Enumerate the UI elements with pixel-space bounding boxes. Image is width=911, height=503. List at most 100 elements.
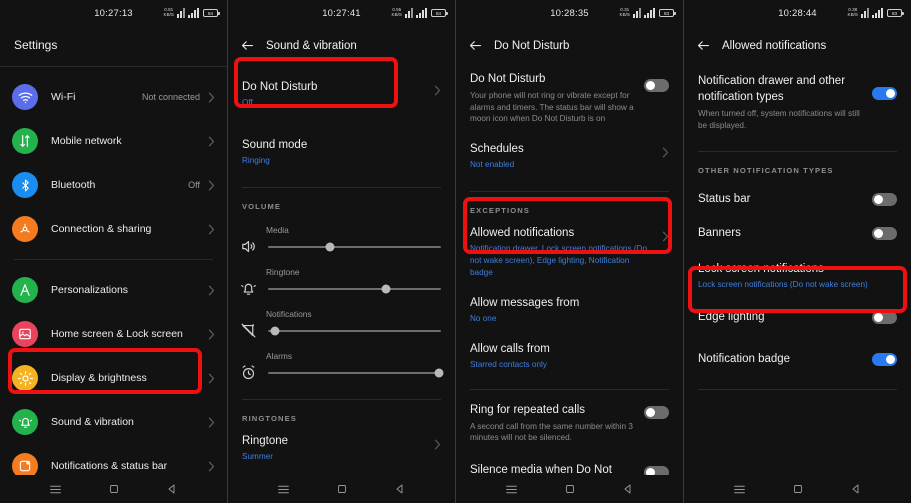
section-header-exceptions: EXCEPTIONS [470, 205, 530, 215]
row-status-bar[interactable]: Status bar [684, 183, 911, 215]
row-notification-badge[interactable]: Notification badge [684, 337, 911, 377]
menu-icon[interactable] [49, 483, 62, 496]
notification-badge-toggle[interactable] [872, 353, 897, 366]
sidebar-item-bluetooth[interactable]: Bluetooth Off [0, 163, 227, 207]
row-description: A second call from the same number withi… [470, 421, 633, 443]
row-sound-mode[interactable]: Sound mode Ringing [228, 121, 455, 179]
sidebar-item-display-brightness[interactable]: Display & brightness [0, 356, 227, 400]
status-bar-toggle[interactable] [872, 193, 897, 206]
row-allow-calls-from[interactable]: Allow calls from Starred contacts only [456, 333, 683, 379]
slider-media[interactable]: Media [228, 219, 455, 261]
sidebar-item-label: Bluetooth [51, 179, 96, 191]
display-brightness-icon [12, 365, 38, 391]
row-schedules[interactable]: Schedules Not enabled [456, 131, 683, 181]
menu-icon[interactable] [733, 483, 746, 496]
row-title: Allow messages from [470, 296, 580, 309]
sidebar-item-label: Sound & vibration [51, 416, 134, 428]
slider-ringtone[interactable]: Ringtone [228, 261, 455, 303]
slider-track[interactable] [268, 368, 444, 377]
sidebar-item-label: Display & brightness [51, 372, 147, 384]
slider-label: Media [266, 225, 289, 235]
sidebar-item-label: Notifications & status bar [51, 460, 168, 472]
row-edge-lighting[interactable]: Edge lighting [684, 297, 911, 337]
back-arrow-icon[interactable] [696, 38, 711, 53]
slider-knob[interactable] [434, 368, 444, 377]
row-title: Do Not Disturb [470, 73, 546, 85]
status-bar: 10:28:44 0.38 KB/S 83 [684, 0, 911, 26]
page-header: Allowed notifications [684, 26, 911, 67]
slider-track[interactable] [268, 242, 441, 251]
back-arrow-icon[interactable] [240, 38, 255, 53]
home-square-icon[interactable] [564, 483, 576, 495]
row-value: Notification drawer, Lock screen notific… [470, 243, 648, 277]
slider-track[interactable] [268, 326, 441, 335]
sidebar-item-wifi[interactable]: Wi-Fi Not connected [0, 75, 227, 119]
status-icons: 0.31 KB/S 83 [620, 7, 676, 18]
battery-icon: 83 [659, 9, 676, 17]
screenshot-strip: 10:27:13 0.81 KB/S 84 Settings Wi-Fi Not… [0, 0, 911, 503]
sidebar-item-sound-vibration[interactable]: Sound & vibration [0, 400, 227, 444]
slider-knob[interactable] [325, 242, 335, 251]
home-square-icon[interactable] [792, 483, 804, 495]
chevron-right-icon [208, 179, 215, 191]
do-not-disturb-toggle[interactable] [644, 79, 669, 92]
home-lock-screen-icon [12, 321, 38, 347]
page-header: Do Not Disturb [456, 26, 683, 67]
row-banners[interactable]: Banners [684, 215, 911, 251]
back-triangle-icon[interactable] [850, 483, 862, 495]
chevron-right-icon [434, 85, 441, 96]
sim-signal-icon [861, 8, 869, 18]
sim-signal-icon [633, 8, 641, 18]
row-allow-messages-from[interactable]: Allow messages from No one [456, 287, 683, 333]
back-triangle-icon[interactable] [166, 483, 178, 495]
personalizations-icon [12, 277, 38, 303]
row-description: Your phone will not ring or vibrate exce… [470, 91, 634, 123]
back-triangle-icon[interactable] [622, 483, 634, 495]
row-do-not-disturb-toggle[interactable]: Do Not Disturb Your phone will not ring … [456, 67, 683, 131]
row-lock-screen-notifications[interactable]: Lock screen notifications Lock screen no… [684, 251, 911, 297]
slider-alarms[interactable]: Alarms [228, 345, 455, 387]
sidebar-item-mobile-network[interactable]: Mobile network [0, 119, 227, 163]
home-square-icon[interactable] [336, 483, 348, 495]
chevron-right-icon [208, 135, 215, 147]
sidebar-item-home-lock-screen[interactable]: Home screen & Lock screen [0, 312, 227, 356]
ring-repeated-calls-toggle[interactable] [644, 405, 669, 419]
menu-icon[interactable] [277, 483, 290, 496]
row-value: Off [242, 98, 253, 107]
status-icons: 0.55 KB/S 84 [392, 7, 448, 18]
row-title: Notification badge [698, 353, 791, 365]
menu-icon[interactable] [505, 483, 518, 496]
section-header-other-notification-types: OTHER NOTIFICATION TYPES [698, 166, 834, 175]
mobile-network-icon [12, 128, 38, 154]
slider-knob[interactable] [270, 326, 280, 335]
edge-lighting-toggle[interactable] [872, 311, 897, 324]
row-notification-drawer[interactable]: Notification drawer and other notificati… [684, 67, 911, 137]
sidebar-item-personalizations[interactable]: Personalizations [0, 268, 227, 312]
back-arrow-icon[interactable] [468, 38, 483, 53]
chevron-right-icon [208, 91, 215, 103]
row-description: When turned off, system notifications wi… [698, 109, 860, 130]
row-title: Ring for repeated calls [470, 403, 586, 416]
divider [14, 259, 213, 260]
row-do-not-disturb[interactable]: Do Not Disturb Off [228, 67, 455, 121]
slider-notifications[interactable]: Notifications [228, 303, 455, 345]
slider-track[interactable] [268, 284, 441, 293]
row-allowed-notifications[interactable]: Allowed notifications Notification drawe… [456, 223, 683, 287]
back-triangle-icon[interactable] [394, 483, 406, 495]
row-value: Summer [242, 452, 273, 461]
notification-drawer-toggle[interactable] [872, 87, 897, 100]
cellular-signal-icon [416, 8, 427, 18]
row-ring-repeated-calls[interactable]: Ring for repeated calls A second call fr… [456, 390, 683, 452]
row-title: Banners [698, 227, 741, 239]
banners-toggle[interactable] [872, 227, 897, 240]
bluetooth-icon [12, 172, 38, 198]
cellular-signal-icon [872, 8, 883, 18]
sidebar-item-label: Mobile network [51, 135, 122, 147]
panel-sound-vibration: 10:27:41 0.55 KB/S 84 Sound & vibration … [228, 0, 456, 503]
speaker-icon [242, 240, 255, 253]
wifi-icon [12, 84, 38, 110]
row-ringtone[interactable]: Ringtone Summer [228, 431, 455, 473]
home-square-icon[interactable] [108, 483, 120, 495]
sidebar-item-connection-sharing[interactable]: Connection & sharing [0, 207, 227, 251]
slider-knob[interactable] [381, 284, 391, 293]
